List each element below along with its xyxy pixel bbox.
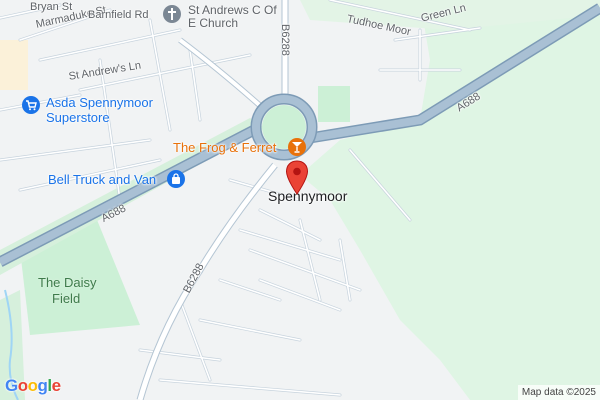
street-label: Barnfield Rd: [88, 9, 149, 21]
cocktail-icon[interactable]: [288, 138, 306, 156]
asda-label-line1[interactable]: Asda Spennymoor: [46, 96, 153, 109]
map-attribution[interactable]: Map data ©2025: [517, 385, 600, 400]
daisy-field-label-line1[interactable]: The Daisy: [38, 276, 97, 289]
cross-icon[interactable]: [163, 5, 181, 23]
map-canvas[interactable]: Bryan St Marmaduke St Barnfield Rd St An…: [0, 0, 600, 400]
map-pin-icon[interactable]: [285, 160, 309, 196]
bell-truck-label[interactable]: Bell Truck and Van: [48, 173, 156, 186]
park-area: [318, 86, 350, 122]
shopping-bag-icon[interactable]: [167, 170, 185, 188]
frog-ferret-label[interactable]: The Frog & Ferret: [173, 141, 276, 154]
shopping-cart-icon[interactable]: [22, 96, 40, 114]
asda-label-line2[interactable]: Superstore: [46, 111, 110, 124]
church-label[interactable]: St Andrews C Of E Church: [188, 4, 288, 30]
daisy-field-label-line2[interactable]: Field: [52, 292, 80, 305]
google-logo: Google: [5, 376, 61, 395]
